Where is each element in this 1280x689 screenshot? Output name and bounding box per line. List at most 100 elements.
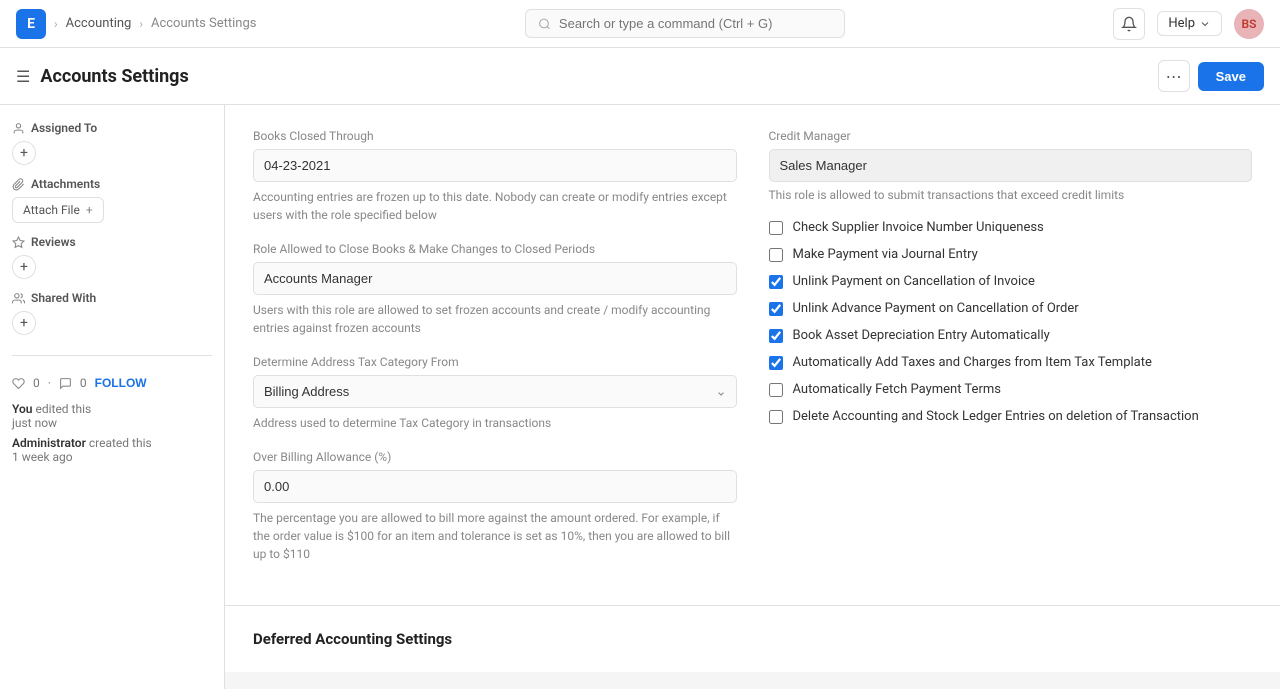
paperclip-icon [12, 178, 25, 191]
breadcrumb-accounting[interactable]: Accounting [66, 16, 132, 31]
auto-add-taxes-checkbox[interactable] [769, 356, 783, 370]
notifications-button[interactable] [1113, 8, 1145, 40]
follow-button[interactable]: FOLLOW [95, 376, 147, 390]
created-action-text: created this [89, 436, 152, 450]
breadcrumb-separator-2: › [139, 17, 143, 31]
over-billing-input[interactable] [253, 470, 737, 503]
bell-icon [1121, 16, 1137, 32]
right-column: Credit Manager This role is allowed to s… [769, 129, 1253, 581]
search-area [525, 9, 845, 38]
shared-with-header: Shared With [12, 291, 212, 305]
reviews-label: Reviews [31, 235, 76, 249]
edited-action: edited this [35, 402, 91, 416]
reviews-add-button[interactable]: + [12, 255, 36, 279]
search-bar[interactable] [525, 9, 845, 38]
stats-dot: · [48, 376, 51, 390]
breadcrumb-area: E › Accounting › Accounts Settings [16, 9, 256, 39]
person-icon [12, 122, 25, 135]
credit-manager-hint: This role is allowed to submit transacti… [769, 188, 1253, 202]
check-supplier-invoice-label[interactable]: Check Supplier Invoice Number Uniqueness [793, 220, 1044, 235]
breadcrumb-separator-1: › [54, 17, 58, 31]
auto-add-taxes-label[interactable]: Automatically Add Taxes and Charges from… [793, 355, 1152, 370]
credit-manager-label: Credit Manager [769, 129, 1253, 143]
check-supplier-invoice-checkbox[interactable] [769, 221, 783, 235]
books-closed-through-group: Books Closed Through Accounting entries … [253, 129, 737, 224]
role-close-books-hint: Users with this role are allowed to set … [253, 301, 737, 337]
shared-with-section: Shared With + [12, 291, 212, 335]
shared-with-add-button[interactable]: + [12, 311, 36, 335]
checkbox-row-3: Unlink Payment on Cancellation of Invoic… [769, 274, 1253, 289]
attachments-header: Attachments [12, 177, 212, 191]
assigned-to-add-button[interactable]: + [12, 141, 36, 165]
main-layout: Assigned To + Attachments Attach File + … [0, 105, 1280, 689]
page-title: Accounts Settings [40, 66, 188, 87]
page-header-left: ☰ Accounts Settings [16, 66, 189, 87]
settings-grid: Books Closed Through Accounting entries … [253, 129, 1252, 581]
delete-accounting-entries-checkbox[interactable] [769, 410, 783, 424]
attachments-section: Attachments Attach File + [12, 177, 212, 223]
auto-fetch-payment-terms-label[interactable]: Automatically Fetch Payment Terms [793, 382, 1001, 397]
breadcrumb-accounts-settings: Accounts Settings [151, 16, 257, 31]
determine-address-select[interactable]: Billing Address [253, 375, 737, 408]
likes-count: 0 [33, 376, 40, 390]
reviews-section: Reviews + [12, 235, 212, 279]
checkboxes-group: Check Supplier Invoice Number Uniqueness… [769, 220, 1253, 424]
checkbox-row-8: Delete Accounting and Stock Ledger Entri… [769, 409, 1253, 424]
sidebar-divider [12, 355, 212, 356]
sidebar: Assigned To + Attachments Attach File + … [0, 105, 225, 689]
left-column: Books Closed Through Accounting entries … [253, 129, 737, 581]
checkbox-row-1: Check Supplier Invoice Number Uniqueness [769, 220, 1253, 235]
created-by-name: Administrator [12, 436, 86, 450]
comments-count: 0 [80, 376, 87, 390]
unlink-advance-payment-checkbox[interactable] [769, 302, 783, 316]
book-asset-depreciation-label[interactable]: Book Asset Depreciation Entry Automatica… [793, 328, 1050, 343]
books-closed-through-input[interactable] [253, 149, 737, 182]
determine-address-hint: Address used to determine Tax Category i… [253, 414, 737, 432]
help-button[interactable]: Help [1157, 11, 1222, 36]
role-close-books-label: Role Allowed to Close Books & Make Chang… [253, 242, 737, 256]
app-icon[interactable]: E [16, 9, 46, 39]
assigned-to-section: Assigned To + [12, 121, 212, 165]
attach-file-label: Attach File [23, 203, 80, 217]
attach-file-button[interactable]: Attach File + [12, 197, 104, 223]
over-billing-group: Over Billing Allowance (%) The percentag… [253, 450, 737, 563]
created-time: 1 week ago [12, 450, 73, 464]
checkbox-row-7: Automatically Fetch Payment Terms [769, 382, 1253, 397]
auto-fetch-payment-terms-checkbox[interactable] [769, 383, 783, 397]
unlink-payment-cancellation-label[interactable]: Unlink Payment on Cancellation of Invoic… [793, 274, 1035, 289]
top-navigation: E › Accounting › Accounts Settings Help … [0, 0, 1280, 48]
edited-by-name: You [12, 402, 32, 416]
make-payment-journal-checkbox[interactable] [769, 248, 783, 262]
sidebar-stats: 0 · 0 FOLLOW [12, 376, 212, 390]
more-options-button[interactable]: ⋯ [1158, 60, 1190, 92]
page-header: ☰ Accounts Settings ⋯ Save [0, 48, 1280, 105]
determine-address-group: Determine Address Tax Category From Bill… [253, 355, 737, 432]
attachments-label: Attachments [31, 177, 100, 191]
chevron-down-icon [1199, 18, 1211, 30]
books-closed-through-label: Books Closed Through [253, 129, 737, 143]
activity-log: You edited this just now Administrator c… [12, 402, 212, 464]
over-billing-hint: The percentage you are allowed to bill m… [253, 509, 737, 563]
checkbox-row-6: Automatically Add Taxes and Charges from… [769, 355, 1253, 370]
role-close-books-group: Role Allowed to Close Books & Make Chang… [253, 242, 737, 337]
book-asset-depreciation-checkbox[interactable] [769, 329, 783, 343]
edited-time: just now [12, 416, 57, 430]
checkbox-row-4: Unlink Advance Payment on Cancellation o… [769, 301, 1253, 316]
save-button[interactable]: Save [1198, 62, 1264, 91]
assigned-to-header: Assigned To [12, 121, 212, 135]
delete-accounting-entries-label[interactable]: Delete Accounting and Stock Ledger Entri… [793, 409, 1199, 424]
role-close-books-input[interactable] [253, 262, 737, 295]
search-icon [538, 17, 551, 31]
reviews-header: Reviews [12, 235, 212, 249]
sidebar-toggle-icon[interactable]: ☰ [16, 67, 30, 86]
users-icon [12, 292, 25, 305]
unlink-payment-cancellation-checkbox[interactable] [769, 275, 783, 289]
make-payment-journal-label[interactable]: Make Payment via Journal Entry [793, 247, 978, 262]
credit-manager-input[interactable] [769, 149, 1253, 182]
determine-address-select-wrapper: Billing Address [253, 375, 737, 408]
unlink-advance-payment-label[interactable]: Unlink Advance Payment on Cancellation o… [793, 301, 1079, 316]
avatar[interactable]: BS [1234, 9, 1264, 39]
search-input[interactable] [559, 16, 832, 31]
star-icon [12, 236, 25, 249]
shared-with-label: Shared With [31, 291, 96, 305]
